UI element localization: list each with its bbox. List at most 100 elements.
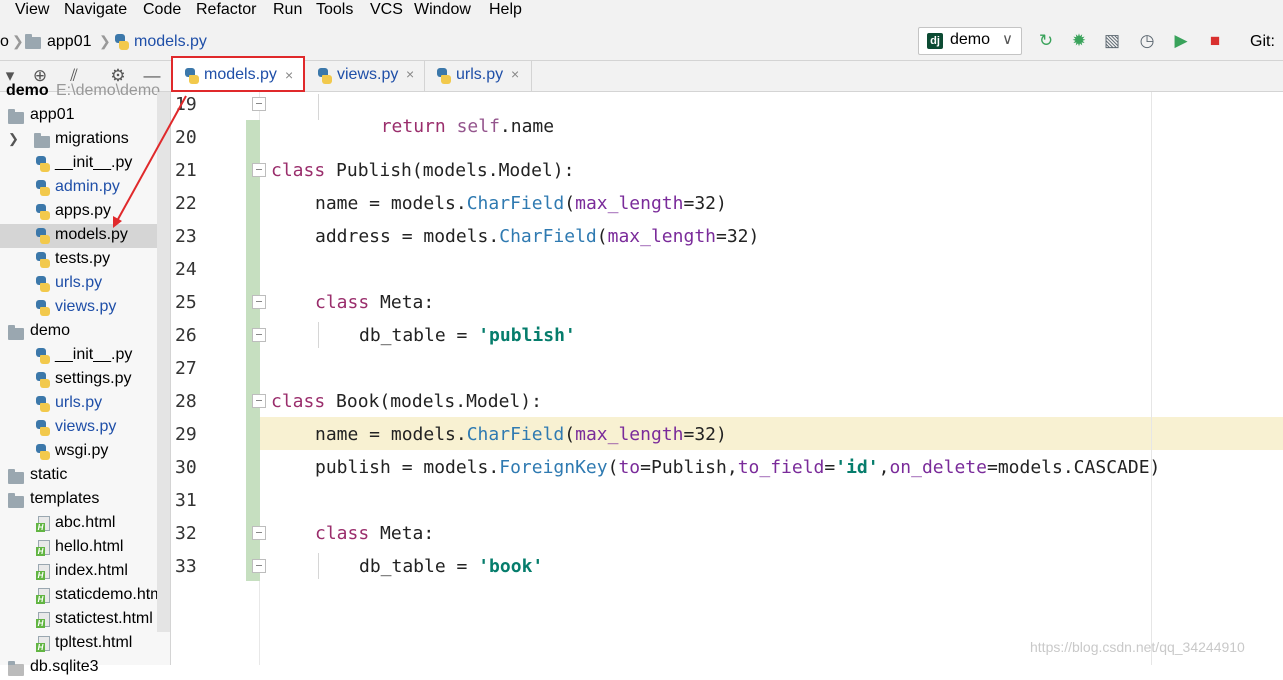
code-token: Meta: <box>369 292 435 313</box>
html-file-icon: H <box>36 516 50 532</box>
fold-toggle[interactable] <box>252 163 266 177</box>
tree-item[interactable]: app01 <box>0 104 170 128</box>
tree-item[interactable]: urls.py <box>0 392 170 416</box>
tree-item[interactable]: wsgi.py <box>0 440 170 464</box>
tree-item[interactable]: ❯ migrations <box>0 128 170 152</box>
code-line-21: class Publish(models.Model): <box>271 160 574 182</box>
tree-item-label: tpltest.html <box>55 634 133 651</box>
git-label[interactable]: Git: <box>1250 32 1275 52</box>
tree-item[interactable]: Hindex.html <box>0 560 170 584</box>
close-icon[interactable]: × <box>285 67 293 83</box>
menu-tools[interactable]: Tools <box>316 0 353 19</box>
code-token: .name <box>499 116 555 137</box>
tree-item-label: settings.py <box>55 370 132 387</box>
tree-item-label: abc.html <box>55 514 116 531</box>
tree-root-label[interactable]: demo <box>6 81 49 101</box>
tab-models-py[interactable]: models.py × <box>171 56 305 92</box>
chevron-right-icon[interactable]: ❯ <box>8 131 19 147</box>
rerun-icon[interactable]: ↻ <box>1036 31 1056 51</box>
tree-item[interactable]: __init__.py <box>0 344 170 368</box>
tree-item[interactable]: urls.py <box>0 272 170 296</box>
line-number: 24 <box>175 259 197 280</box>
code-token: 'book' <box>478 556 544 577</box>
tree-item-label: views.py <box>55 298 117 315</box>
code-token: to_field <box>737 457 825 478</box>
code-token: ForeignKey <box>499 457 608 478</box>
python-file-icon <box>437 68 451 84</box>
tree-item[interactable]: views.py <box>0 416 170 440</box>
menu-refactor[interactable]: Refactor <box>196 0 256 19</box>
html-file-icon: H <box>36 612 50 628</box>
tree-item[interactable]: Hstaticdemo.htm <box>0 584 170 608</box>
fold-toggle[interactable] <box>252 97 266 111</box>
tab-urls-py[interactable]: urls.py × <box>425 61 532 91</box>
tree-item-label: views.py <box>55 418 117 435</box>
line-number: 23 <box>175 226 197 247</box>
menu-view[interactable]: View <box>15 0 49 19</box>
menu-code[interactable]: Code <box>143 0 181 19</box>
code-token: ( <box>607 457 619 478</box>
tree-item[interactable]: db.sqlite3 <box>0 656 170 680</box>
stop-icon[interactable]: ■ <box>1205 31 1225 51</box>
line-number: 32 <box>175 523 197 544</box>
run-with-icon[interactable]: ▶ <box>1171 31 1191 51</box>
tree-item[interactable]: apps.py <box>0 200 170 224</box>
tree-item[interactable]: Hstatictest.html <box>0 608 170 632</box>
tree-item[interactable]: templates <box>0 488 170 512</box>
close-icon[interactable]: × <box>406 66 414 82</box>
fold-toggle[interactable] <box>252 559 266 573</box>
tree-item-label: templates <box>30 490 100 507</box>
code-token: =Publish, <box>640 457 738 478</box>
menu-window[interactable]: Window <box>414 0 471 19</box>
breadcrumb-file[interactable]: models.py <box>134 32 207 52</box>
tree-item-label: app01 <box>30 106 75 123</box>
tree-item[interactable]: Htpltest.html <box>0 632 170 656</box>
tree-item[interactable]: __init__.py <box>0 152 170 176</box>
tree-item-label: static <box>30 466 68 483</box>
menu-navigate[interactable]: Navigate <box>64 0 127 19</box>
breadcrumb-folder[interactable]: app01 <box>47 32 92 52</box>
menu-run[interactable]: Run <box>273 0 302 19</box>
code-line-25: class Meta: <box>315 292 434 314</box>
line-number: 19 <box>175 94 197 115</box>
tree-item[interactable]: Hhello.html <box>0 536 170 560</box>
python-file-icon <box>36 372 50 388</box>
code-line-28: class Book(models.Model): <box>271 391 542 413</box>
indent-guide <box>318 94 319 120</box>
code-token: class <box>271 391 326 412</box>
menu-help[interactable]: Help <box>489 0 522 19</box>
tree-item[interactable]: settings.py <box>0 368 170 392</box>
fold-toggle[interactable] <box>252 526 266 540</box>
tree-item[interactable]: models.py <box>0 224 170 248</box>
code-line-19: return self.name <box>359 94 554 138</box>
vcs-change-marker[interactable] <box>246 120 260 581</box>
fold-toggle[interactable] <box>252 295 266 309</box>
tree-item-label: __init__.py <box>55 346 133 363</box>
tree-item-label: models.py <box>55 226 128 243</box>
code-line-30: publish = models.ForeignKey(to=Publish,t… <box>315 457 1160 479</box>
code-token: publish = models. <box>315 457 500 478</box>
python-file-icon <box>185 68 199 84</box>
tree-item[interactable]: static <box>0 464 170 488</box>
code-token: max_length <box>607 226 716 247</box>
tree-item[interactable]: tests.py <box>0 248 170 272</box>
coverage-icon[interactable]: ▧ <box>1102 31 1122 51</box>
line-number: 28 <box>175 391 197 412</box>
python-file-icon <box>36 204 50 220</box>
profile-icon[interactable]: ◷ <box>1137 31 1157 51</box>
run-configuration-select[interactable]: dj demo ∨ <box>918 27 1022 55</box>
folder-icon <box>8 493 24 508</box>
tree-scrollbar[interactable] <box>157 92 170 632</box>
fold-toggle[interactable] <box>252 328 266 342</box>
tree-item[interactable]: admin.py <box>0 176 170 200</box>
menu-vcs[interactable]: VCS <box>370 0 403 19</box>
fold-toggle[interactable] <box>252 394 266 408</box>
breadcrumb-project[interactable]: o <box>0 32 9 52</box>
tree-item[interactable]: views.py <box>0 296 170 320</box>
tree-item[interactable]: demo <box>0 320 170 344</box>
close-icon[interactable]: × <box>511 66 519 82</box>
django-icon: dj <box>927 33 943 49</box>
debug-bug-icon[interactable]: ✹ <box>1069 31 1089 51</box>
tree-item[interactable]: Habc.html <box>0 512 170 536</box>
tab-views-py[interactable]: views.py × <box>306 61 425 91</box>
